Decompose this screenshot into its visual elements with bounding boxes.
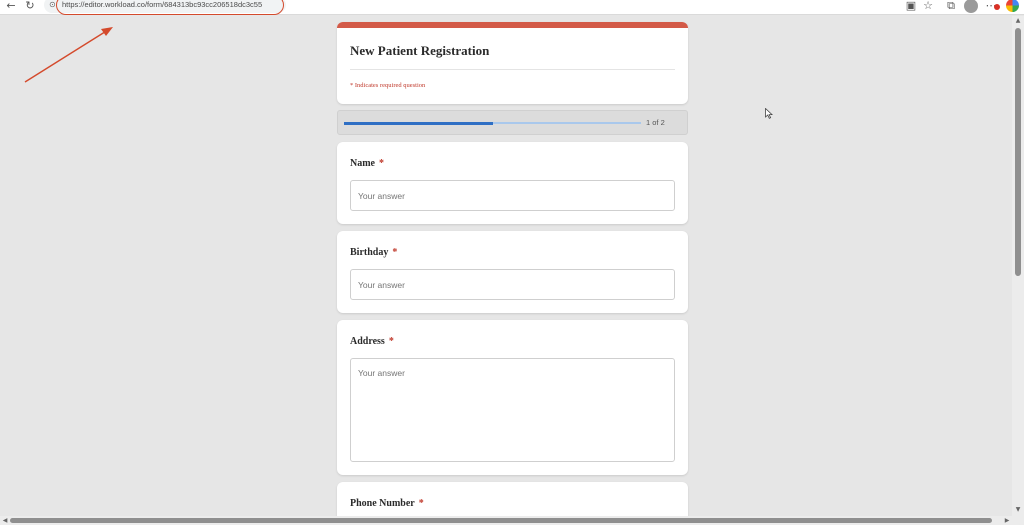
name-input[interactable] [350, 180, 675, 211]
question-card-name: Name * [337, 142, 688, 224]
question-title: Name [350, 158, 375, 169]
mouse-cursor-icon [765, 108, 773, 119]
question-label: Name * [350, 158, 384, 169]
favorite-star-icon[interactable]: ☆ [922, 0, 934, 12]
question-title: Phone Number [350, 498, 415, 509]
required-star: * [388, 336, 394, 347]
progress-label: 1 of 2 [646, 118, 665, 127]
horizontal-scrollbar[interactable]: ◀ ▶ [0, 516, 1024, 525]
required-star: * [379, 158, 384, 169]
question-label: Address * [350, 336, 394, 347]
question-title: Birthday [350, 247, 389, 258]
progress-track [344, 121, 641, 125]
question-title: Address [350, 336, 385, 347]
profile-avatar[interactable] [964, 0, 978, 13]
question-label: Phone Number * [350, 498, 424, 509]
scroll-right-icon[interactable]: ▶ [1003, 516, 1011, 525]
required-star: * [392, 247, 398, 258]
extensions-icon[interactable]: ⧉ [945, 0, 957, 12]
question-card-address: Address * [337, 320, 688, 475]
required-star: * [418, 498, 424, 509]
copilot-icon[interactable] [1006, 0, 1019, 12]
header-accent-bar [337, 22, 688, 28]
scroll-down-icon[interactable]: ▼ [1014, 506, 1022, 514]
vertical-scrollbar[interactable]: ▲ ▼ [1012, 16, 1024, 516]
progress-fill [344, 121, 493, 125]
reading-view-icon[interactable]: ▣ [905, 0, 917, 12]
horizontal-scroll-thumb[interactable] [10, 518, 992, 523]
question-label: Birthday * [350, 247, 397, 258]
address-textarea[interactable] [350, 358, 675, 462]
header-divider [350, 69, 675, 70]
scroll-up-icon[interactable]: ▲ [1014, 17, 1022, 25]
required-note: * Indicates required question [350, 82, 426, 89]
question-card-birthday: Birthday * [337, 231, 688, 313]
form-header-card: New Patient Registration * Indicates req… [337, 22, 688, 104]
scroll-left-icon[interactable]: ◀ [1, 516, 9, 525]
vertical-scroll-thumb[interactable] [1015, 28, 1021, 276]
notification-badge [994, 4, 1000, 10]
form-title: New Patient Registration [350, 43, 490, 58]
birthday-input[interactable] [350, 269, 675, 300]
progress-section: 1 of 2 [337, 110, 688, 135]
annotation-arrow [24, 27, 113, 83]
